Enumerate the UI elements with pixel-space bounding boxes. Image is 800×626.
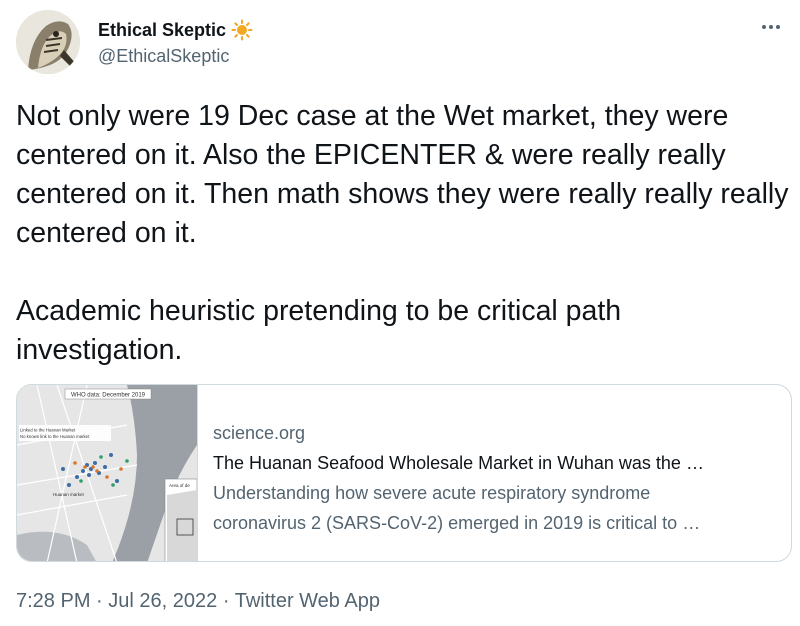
link-card-description-line-2: coronavirus 2 (SARS-CoV-2) emerged in 20… <box>213 513 701 533</box>
tweet-metadata: 7:28 PM · Jul 26, 2022 · Twitter Web App <box>16 588 380 614</box>
display-name-text: Ethical Skeptic <box>98 20 227 40</box>
map-thumbnail-image: WHO data: December 2019 Linked to the Hu… <box>17 385 198 561</box>
link-card-description-line-1: Understanding how severe acute respirato… <box>213 483 651 503</box>
profile-avatar-icon <box>16 10 80 74</box>
link-card[interactable]: WHO data: December 2019 Linked to the Hu… <box>16 384 792 562</box>
meta-separator: · <box>96 590 103 612</box>
link-card-body: science.org The Huanan Seafood Wholesale… <box>213 418 778 538</box>
tweet-header: Ethical Skeptic @EthicalSkeptic <box>16 10 786 76</box>
link-card-title: The Huanan Seafood Wholesale Market in W… <box>213 453 704 473</box>
tweet-text: Not only were 19 Dec case at the Wet mar… <box>16 100 789 366</box>
link-card-domain: science.org <box>213 423 306 443</box>
meta-separator: · <box>222 590 230 612</box>
author-handle[interactable]: @EthicalSkeptic <box>98 44 253 68</box>
link-card-thumbnail: WHO data: December 2019 Linked to the Hu… <box>17 385 198 561</box>
sun-emoji-icon <box>231 19 253 41</box>
link-card-description: Understanding how severe acute respirato… <box>213 478 778 538</box>
thumbnail-title: WHO data: December 2019 <box>71 393 146 399</box>
thumbnail-legend-linked: Linked to the Huanan Market <box>20 428 76 433</box>
thumbnail-inset-label: Area of de <box>169 483 190 488</box>
tweet-time: 7:28 PM <box>16 590 91 612</box>
thumbnail-market-label: Huanan market <box>53 492 85 497</box>
avatar[interactable] <box>16 10 80 74</box>
tweet-date: Jul 26, 2022 <box>108 590 218 612</box>
tweet-source-link[interactable]: Twitter Web App <box>235 590 380 612</box>
more-options-icon[interactable] <box>756 16 786 38</box>
dot <box>762 25 766 29</box>
author-names: Ethical Skeptic @EthicalSkeptic <box>98 18 253 68</box>
dot <box>776 25 780 29</box>
author-display-name[interactable]: Ethical Skeptic <box>98 18 253 42</box>
tweet-timestamp-link[interactable]: 7:28 PM · Jul 26, 2022 <box>16 590 217 612</box>
thumbnail-legend-unlinked: No known link to the Huanan market <box>20 434 90 439</box>
dot <box>769 25 773 29</box>
